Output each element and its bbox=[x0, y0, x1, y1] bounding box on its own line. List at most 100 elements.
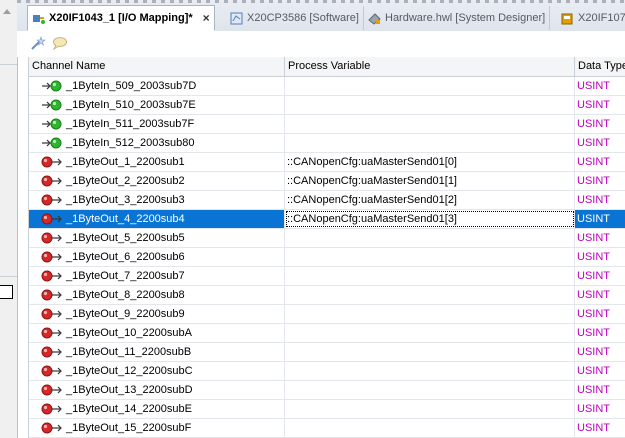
channel-name-cell[interactable]: _1ByteOut_5_2200sub5 bbox=[29, 229, 285, 247]
output-channel-icon bbox=[41, 384, 62, 396]
channel-name-cell[interactable]: _1ByteOut_9_2200sub9 bbox=[29, 305, 285, 323]
io-mapping-grid: Channel Name Process Variable Data Type … bbox=[28, 57, 625, 438]
table-row[interactable]: _1ByteOut_13_2200subD USINT bbox=[29, 381, 625, 400]
data-type-cell[interactable]: USINT bbox=[575, 134, 625, 152]
process-variable-cell[interactable]: ::CANopenCfg:uaMasterSend01[0] bbox=[285, 153, 575, 171]
comment-icon[interactable] bbox=[51, 35, 68, 52]
table-row[interactable]: _1ByteOut_10_2200subA USINT bbox=[29, 324, 625, 343]
channel-name: _1ByteOut_2_2200sub2 bbox=[66, 175, 185, 187]
close-tab-icon[interactable]: × bbox=[203, 11, 210, 25]
table-row[interactable]: _1ByteIn_512_2003sub80 USINT bbox=[29, 134, 625, 153]
process-variable-cell[interactable] bbox=[285, 400, 575, 418]
column-header-process-variable[interactable]: Process Variable bbox=[285, 57, 575, 76]
data-type-cell[interactable]: USINT bbox=[575, 400, 625, 418]
channel-name-cell[interactable]: _1ByteIn_510_2003sub7E bbox=[29, 96, 285, 114]
process-variable-cell[interactable] bbox=[285, 248, 575, 266]
process-variable-cell[interactable] bbox=[285, 419, 575, 437]
table-row[interactable]: _1ByteOut_11_2200subB USINT bbox=[29, 343, 625, 362]
process-variable-cell[interactable]: ::CANopenCfg:uaMasterSend01[1] bbox=[285, 172, 575, 190]
process-variable-cell[interactable] bbox=[285, 77, 575, 95]
channel-name-cell[interactable]: _1ByteOut_2_2200sub2 bbox=[29, 172, 285, 190]
channel-name-cell[interactable]: _1ByteOut_4_2200sub4 bbox=[29, 210, 285, 228]
table-row[interactable]: _1ByteOut_5_2200sub5 USINT bbox=[29, 229, 625, 248]
scroll-up-icon[interactable] bbox=[3, 9, 11, 14]
process-variable-cell[interactable] bbox=[285, 381, 575, 399]
data-type-cell[interactable]: USINT bbox=[575, 191, 625, 209]
channel-name-cell[interactable]: _1ByteOut_8_2200sub8 bbox=[29, 286, 285, 304]
data-type-cell[interactable]: USINT bbox=[575, 324, 625, 342]
process-variable-cell[interactable] bbox=[285, 267, 575, 285]
channel-name-cell[interactable]: _1ByteOut_6_2200sub6 bbox=[29, 248, 285, 266]
table-row[interactable]: _1ByteIn_510_2003sub7E USINT bbox=[29, 96, 625, 115]
process-variable-cell[interactable]: ::CANopenCfg:uaMasterSend01[2] bbox=[285, 191, 575, 209]
process-variable-cell[interactable] bbox=[285, 343, 575, 361]
divider bbox=[0, 276, 17, 277]
table-row[interactable]: _1ByteOut_15_2200subF USINT bbox=[29, 419, 625, 438]
table-row[interactable]: _1ByteOut_8_2200sub8 USINT bbox=[29, 286, 625, 305]
process-variable-cell[interactable]: ::CANopenCfg:uaMasterSend01[3] bbox=[285, 210, 575, 228]
data-type-cell[interactable]: USINT bbox=[575, 77, 625, 95]
process-variable-cell[interactable] bbox=[285, 362, 575, 380]
channel-name: _1ByteOut_11_2200subB bbox=[66, 346, 192, 358]
input-channel-icon bbox=[42, 99, 62, 111]
process-variable-cell[interactable] bbox=[285, 324, 575, 342]
process-variable-cell[interactable] bbox=[285, 96, 575, 114]
data-type-cell[interactable]: USINT bbox=[575, 343, 625, 361]
table-row[interactable]: _1ByteOut_9_2200sub9 USINT bbox=[29, 305, 625, 324]
process-variable-cell[interactable] bbox=[285, 305, 575, 323]
data-type-cell[interactable]: USINT bbox=[575, 229, 625, 247]
tab-io-mapping[interactable]: X20IF1043_1 [I/O Mapping]* × bbox=[27, 5, 215, 31]
data-type-cell[interactable]: USINT bbox=[575, 115, 625, 133]
channel-name-cell[interactable]: _1ByteIn_509_2003sub7D bbox=[29, 77, 285, 95]
channel-name-cell[interactable]: _1ByteOut_14_2200subE bbox=[29, 400, 285, 418]
toolbar bbox=[17, 31, 625, 57]
process-variable-cell[interactable] bbox=[285, 286, 575, 304]
table-row[interactable]: _1ByteOut_7_2200sub7 USINT bbox=[29, 267, 625, 286]
process-variable-cell[interactable] bbox=[285, 134, 575, 152]
channel-name-cell[interactable]: _1ByteOut_15_2200subF bbox=[29, 419, 285, 437]
data-type-cell[interactable]: USINT bbox=[575, 96, 625, 114]
data-type-cell[interactable]: USINT bbox=[575, 286, 625, 304]
output-channel-icon bbox=[41, 327, 62, 339]
table-row[interactable]: _1ByteOut_6_2200sub6 USINT bbox=[29, 248, 625, 267]
data-type-cell[interactable]: USINT bbox=[575, 419, 625, 437]
channel-name-cell[interactable]: _1ByteOut_3_2200sub3 bbox=[29, 191, 285, 209]
table-row[interactable]: _1ByteIn_511_2003sub7F USINT bbox=[29, 115, 625, 134]
data-type-cell[interactable]: USINT bbox=[575, 267, 625, 285]
data-type-cell[interactable]: USINT bbox=[575, 362, 625, 380]
data-type-cell[interactable]: USINT bbox=[575, 305, 625, 323]
channel-name-cell[interactable]: _1ByteOut_1_2200sub1 bbox=[29, 153, 285, 171]
data-type-cell[interactable]: USINT bbox=[575, 172, 625, 190]
channel-name-cell[interactable]: _1ByteIn_511_2003sub7F bbox=[29, 115, 285, 133]
channel-name: _1ByteIn_512_2003sub80 bbox=[66, 137, 195, 149]
table-row[interactable]: _1ByteOut_4_2200sub4::CANopenCfg:uaMaste… bbox=[29, 210, 625, 229]
column-header-data-type[interactable]: Data Type bbox=[575, 57, 625, 76]
process-variable-cell[interactable] bbox=[285, 229, 575, 247]
data-type-cell[interactable]: USINT bbox=[575, 381, 625, 399]
tab-x20if1072[interactable]: X20IF1072 bbox=[557, 6, 625, 30]
wand-icon[interactable] bbox=[29, 35, 46, 52]
column-header-channel-name[interactable]: Channel Name bbox=[29, 57, 285, 76]
tab-software[interactable]: X20CP3586 [Software] bbox=[226, 6, 364, 30]
data-type-cell[interactable]: USINT bbox=[575, 210, 625, 228]
channel-name-cell[interactable]: _1ByteOut_12_2200subC bbox=[29, 362, 285, 380]
table-row[interactable]: _1ByteOut_2_2200sub2::CANopenCfg:uaMaste… bbox=[29, 172, 625, 191]
table-row[interactable]: _1ByteOut_1_2200sub1::CANopenCfg:uaMaste… bbox=[29, 153, 625, 172]
channel-name-cell[interactable]: _1ByteOut_13_2200subD bbox=[29, 381, 285, 399]
data-type-cell[interactable]: USINT bbox=[575, 153, 625, 171]
table-row[interactable]: _1ByteIn_509_2003sub7D USINT bbox=[29, 77, 625, 96]
channel-name: _1ByteOut_13_2200subD bbox=[66, 384, 193, 396]
table-row[interactable]: _1ByteOut_12_2200subC USINT bbox=[29, 362, 625, 381]
channel-name-cell[interactable]: _1ByteIn_512_2003sub80 bbox=[29, 134, 285, 152]
channel-name-cell[interactable]: _1ByteOut_11_2200subB bbox=[29, 343, 285, 361]
tab-hardware[interactable]: Hardware.hwl [System Designer] bbox=[364, 6, 551, 30]
module-icon bbox=[561, 13, 573, 24]
process-variable-cell[interactable] bbox=[285, 115, 575, 133]
table-row[interactable]: _1ByteOut_3_2200sub3::CANopenCfg:uaMaste… bbox=[29, 191, 625, 210]
left-panel-field[interactable] bbox=[0, 285, 13, 299]
channel-name-cell[interactable]: _1ByteOut_10_2200subA bbox=[29, 324, 285, 342]
table-row[interactable]: _1ByteOut_14_2200subE USINT bbox=[29, 400, 625, 419]
io-mapping-icon bbox=[33, 14, 45, 24]
channel-name-cell[interactable]: _1ByteOut_7_2200sub7 bbox=[29, 267, 285, 285]
data-type-cell[interactable]: USINT bbox=[575, 248, 625, 266]
